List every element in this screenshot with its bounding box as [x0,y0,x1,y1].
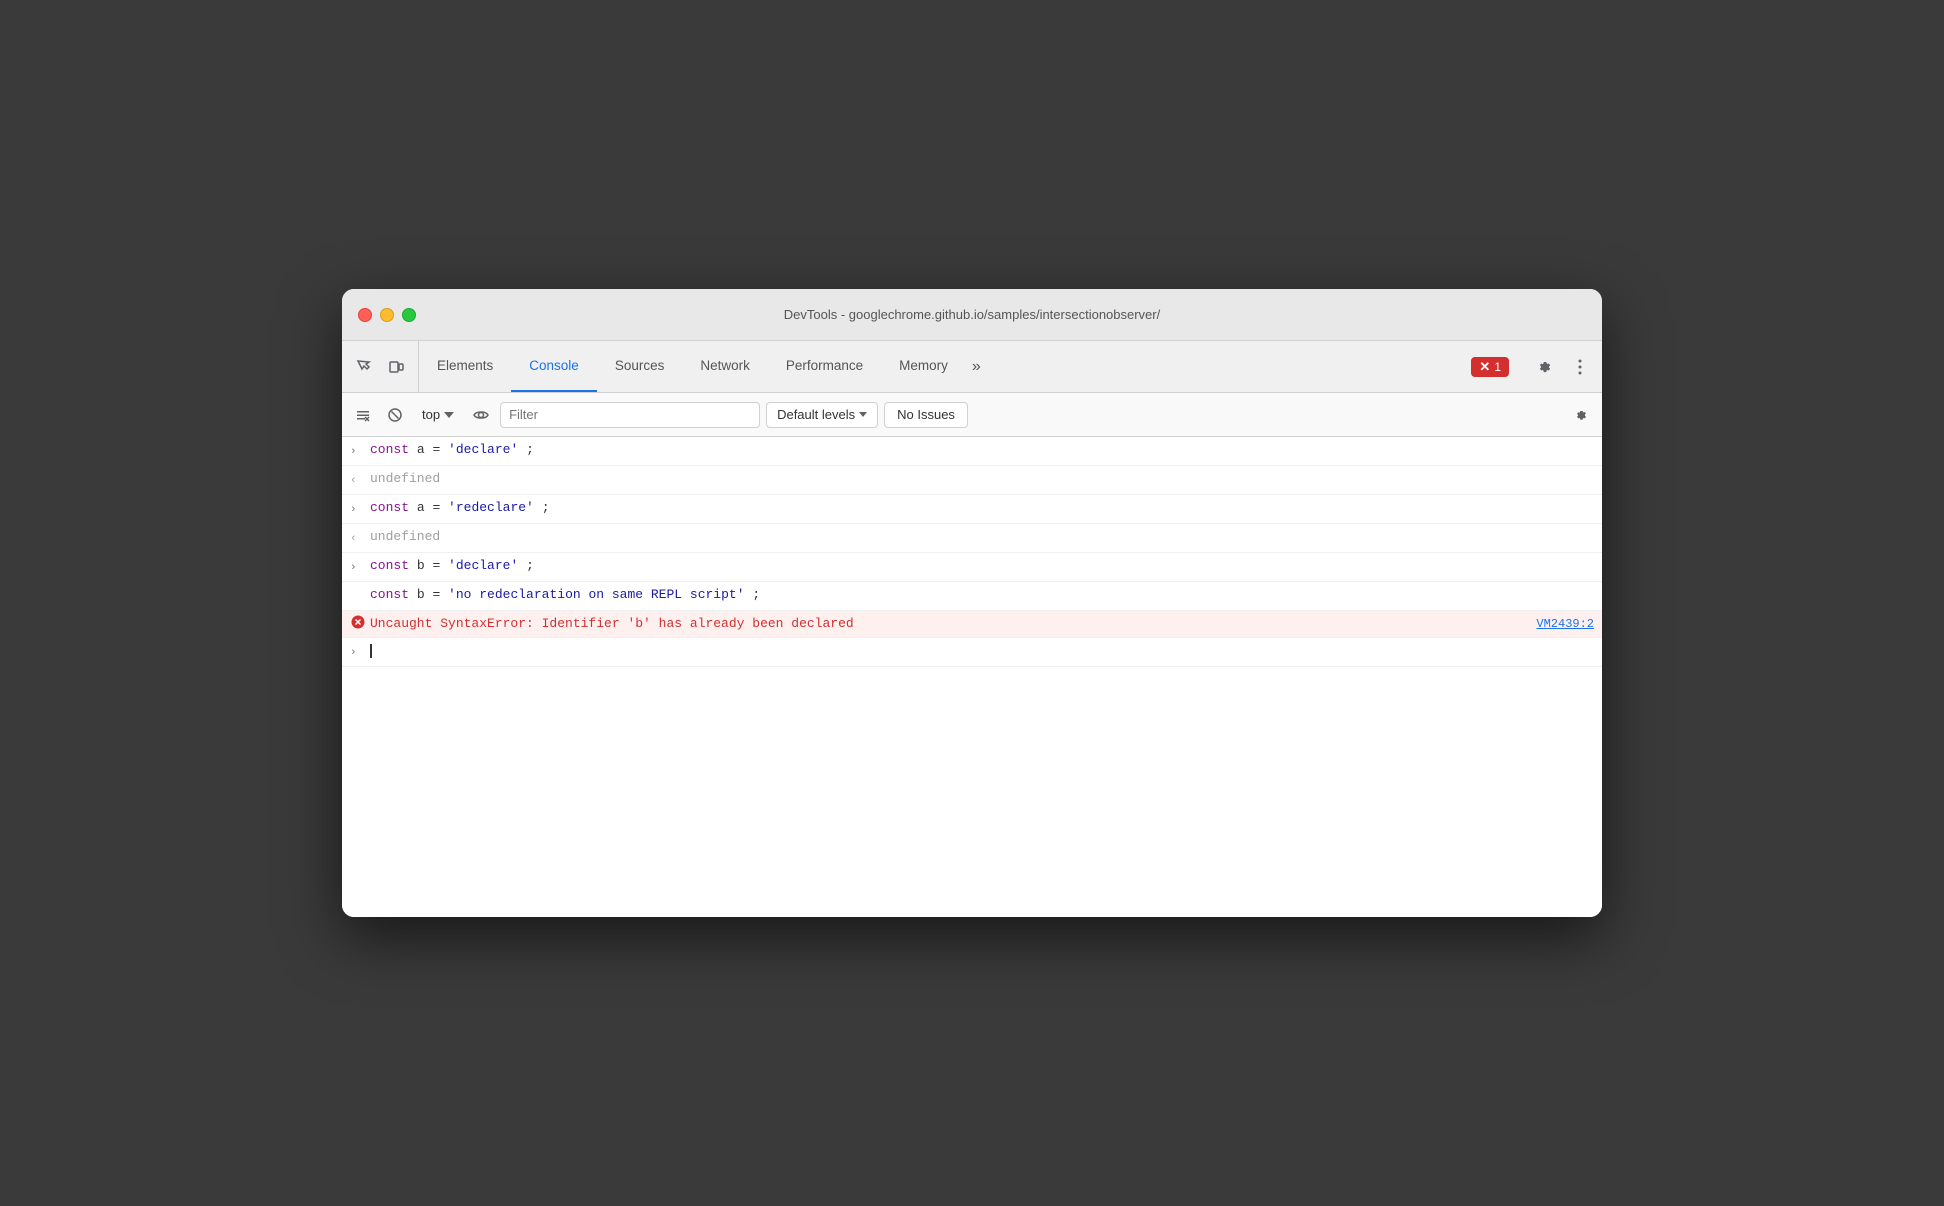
console-line: › const a = 'declare' ; [342,437,1602,466]
cursor [370,644,372,658]
more-tabs-button[interactable]: » [966,341,987,392]
toolbar-icons [342,341,419,392]
toolbar-right: ✕ 1 [1463,341,1602,392]
continuation-space: › [350,586,366,606]
input-chevron[interactable]: › [350,441,366,461]
line-content: const b = 'no redeclaration on same REPL… [370,586,1594,604]
devtools-window: DevTools - googlechrome.github.io/sample… [342,289,1602,917]
console-line: › const a = 'redeclare' ; [342,495,1602,524]
device-toolbar-button[interactable] [382,353,410,381]
error-count-text: 1 [1494,360,1501,374]
stop-button[interactable] [382,402,408,428]
error-source[interactable]: VM2439:2 [1520,615,1594,633]
prompt-chevron: › [350,642,366,662]
no-issues-label: No Issues [897,407,955,422]
console-line: › const b = 'declare' ; [342,553,1602,582]
window-title: DevTools - googlechrome.github.io/sample… [784,307,1160,322]
inspect-element-button[interactable] [350,353,378,381]
tab-sources[interactable]: Sources [597,341,683,392]
minimize-button[interactable] [380,308,394,322]
tab-elements[interactable]: Elements [419,341,511,392]
levels-label: Default levels [777,407,855,422]
context-label: top [422,407,440,422]
no-issues-button[interactable]: No Issues [884,402,968,428]
console-line: › const b = 'no redeclaration on same RE… [342,582,1602,611]
settings-button[interactable] [1530,353,1558,381]
console-error-line: Uncaught SyntaxError: Identifier 'b' has… [342,611,1602,638]
console-line: ‹ undefined [342,524,1602,553]
more-options-button[interactable] [1566,353,1594,381]
line-content: const a = 'redeclare' ; [370,499,1594,517]
console-line: ‹ undefined [342,466,1602,495]
line-content: undefined [370,470,1594,488]
error-x-icon: ✕ [1479,359,1490,375]
console-settings-button[interactable] [1568,402,1594,428]
maximize-button[interactable] [402,308,416,322]
input-chevron[interactable]: › [350,499,366,519]
line-content: undefined [370,528,1594,546]
title-bar: DevTools - googlechrome.github.io/sample… [342,289,1602,341]
context-selector[interactable]: top [414,405,462,424]
line-content: const b = 'declare' ; [370,557,1594,575]
tab-console[interactable]: Console [511,341,597,392]
console-output: › const a = 'declare' ; ‹ undefined › co… [342,437,1602,917]
traffic-lights [358,308,416,322]
error-count-badge[interactable]: ✕ 1 [1471,357,1509,377]
input-chevron[interactable]: › [350,557,366,577]
error-icon [350,615,366,629]
eye-button[interactable] [468,402,494,428]
tab-memory[interactable]: Memory [881,341,966,392]
error-message: Uncaught SyntaxError: Identifier 'b' has… [370,615,1520,633]
console-toolbar: top Default levels No Issues [342,393,1602,437]
prompt-content [370,642,1594,660]
tab-network[interactable]: Network [682,341,768,392]
clear-console-button[interactable] [350,402,376,428]
output-chevron: ‹ [350,470,366,490]
filter-input[interactable] [500,402,760,428]
log-levels-button[interactable]: Default levels [766,402,878,428]
line-content: const a = 'declare' ; [370,441,1594,459]
close-button[interactable] [358,308,372,322]
output-chevron: ‹ [350,528,366,548]
console-prompt-line[interactable]: › [342,638,1602,667]
devtools-toolbar: Elements Console Sources Network Perform… [342,341,1602,393]
tab-performance[interactable]: Performance [768,341,881,392]
main-tabs: Elements Console Sources Network Perform… [419,341,1463,392]
